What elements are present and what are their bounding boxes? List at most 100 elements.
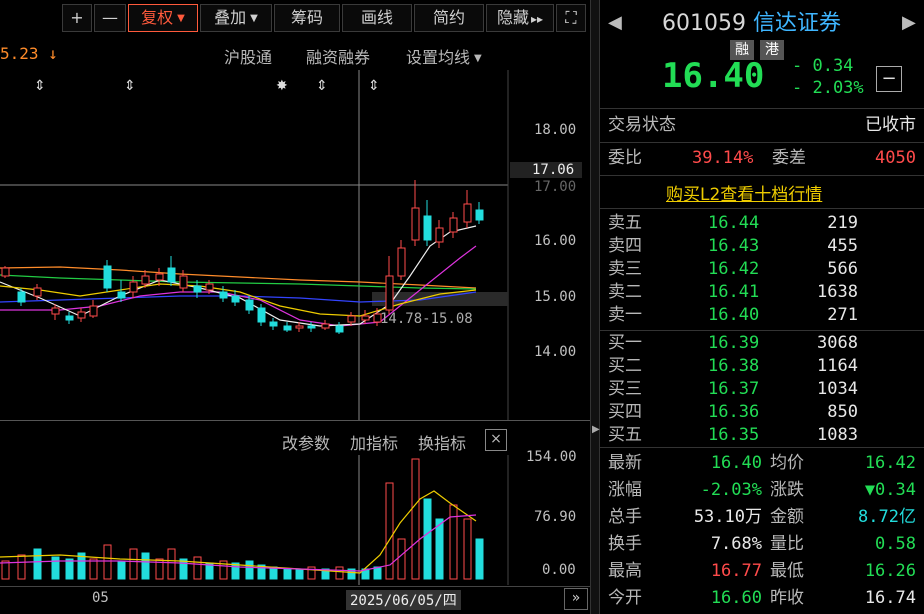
fullscreen-icon: ⛶ xyxy=(565,8,577,27)
candle-body xyxy=(295,325,304,329)
l2-upgrade-link[interactable]: 购买L2查看十档行情 xyxy=(666,180,822,205)
shezhi-junxian-button[interactable]: 设置均线 ▼ xyxy=(406,44,482,68)
ask-row[interactable]: 卖四 16.43 455 xyxy=(600,235,924,257)
bid-row[interactable]: 买一 16.39 3068 xyxy=(600,332,924,354)
ask-row[interactable]: 卖一 16.40 271 xyxy=(600,304,924,326)
gaicanshu-button[interactable]: 改参数 xyxy=(282,430,330,454)
huaxian-button[interactable]: 画线 xyxy=(342,4,412,32)
next-stock-button[interactable]: ▶ xyxy=(902,12,916,33)
volume-chart[interactable] xyxy=(0,455,590,585)
bid-row[interactable]: 买四 16.36 850 xyxy=(600,401,924,423)
volume-bar xyxy=(269,566,278,580)
ask-volume: 566 xyxy=(827,259,858,279)
ask-level-label: 卖三 xyxy=(608,259,642,279)
candle-body xyxy=(335,325,344,333)
bid-level-label: 买三 xyxy=(608,379,642,399)
chouma-button[interactable]: 筹码 xyxy=(274,4,340,32)
fuquan-button[interactable]: 复权 ▼ xyxy=(128,4,198,32)
jiazhibiao-button[interactable]: 加指标 xyxy=(350,430,398,454)
panel-splitter[interactable]: ▶ xyxy=(590,0,600,614)
yincang-button[interactable]: 隐藏 ▸▸ xyxy=(486,4,554,32)
prev-stock-button[interactable]: ◀ xyxy=(608,12,622,33)
price-tick-15: 15.00 xyxy=(534,289,577,305)
chart-area: + — 复权 ▼ 叠加 ▼ 筹码 画线 简约 隐藏 ▸▸ ⛶ 5.23 ↓ 沪股通 融… xyxy=(0,0,590,614)
huanzhibiao-button[interactable]: 换指标 xyxy=(418,430,466,454)
candle-body xyxy=(411,207,420,241)
ask-level-label: 卖二 xyxy=(608,282,642,302)
crosshair-price-tag: 17.06 xyxy=(510,162,582,178)
price-change: - 0.34 xyxy=(792,56,854,76)
candle-body xyxy=(1,267,10,277)
candle-body xyxy=(167,267,176,283)
bid-volume: 1034 xyxy=(817,379,858,399)
candle-body xyxy=(257,307,266,323)
jianyue-button[interactable]: 简约 xyxy=(414,4,484,32)
ask-level-label: 卖一 xyxy=(608,305,642,325)
volume-bar xyxy=(373,566,382,580)
vol-tick-76: 76.90 xyxy=(534,509,577,525)
candle-body xyxy=(423,215,432,241)
zoom-in-button[interactable]: + xyxy=(62,4,92,32)
diejia-button[interactable]: 叠加 ▼ xyxy=(200,4,272,32)
stat-label: 涨幅 xyxy=(608,480,642,500)
separator xyxy=(600,447,924,448)
volume-bar xyxy=(167,548,176,580)
chevron-down-icon: ▼ xyxy=(250,12,258,24)
bid-volume: 1164 xyxy=(817,356,858,376)
zoom-out-button[interactable]: — xyxy=(94,4,126,32)
bid-volume: 1083 xyxy=(817,425,858,445)
candle-body xyxy=(89,305,98,317)
stat-value: 53.10万 xyxy=(693,507,762,527)
volume-bar xyxy=(141,552,150,580)
ask-row[interactable]: 卖二 16.41 1638 xyxy=(600,281,924,303)
ask-price: 16.41 xyxy=(708,282,760,302)
bid-row[interactable]: 买三 16.37 1034 xyxy=(600,378,924,400)
candle-body xyxy=(33,287,42,297)
last-value-label: 5.23 ↓ xyxy=(0,44,58,63)
last-value: 5.23 xyxy=(0,44,39,63)
hugutong-link[interactable]: 沪股通 xyxy=(224,44,272,68)
fullscreen-button[interactable]: ⛶ xyxy=(556,4,586,32)
ask-row[interactable]: 卖五 16.44 219 xyxy=(600,212,924,234)
collapse-right-icon[interactable]: ▶ xyxy=(592,424,600,435)
minus-icon: − xyxy=(881,68,897,89)
collapse-button[interactable]: − xyxy=(876,66,902,92)
candle-body xyxy=(347,315,356,323)
rongzirongquan-link[interactable]: 融资融券 xyxy=(306,44,370,68)
volume-bar xyxy=(463,518,472,580)
kline-chart[interactable]: ⇕ ⇕ ✸ ⇕ ⇕ xyxy=(0,70,590,420)
stat-value: ▼0.34 xyxy=(864,480,916,500)
volume-bar xyxy=(117,560,126,580)
stat-value: -2.03% xyxy=(700,480,762,500)
stat-label: 涨跌 xyxy=(770,480,804,500)
stat-label: 今开 xyxy=(608,588,642,608)
ask-level-label: 卖五 xyxy=(608,213,642,233)
candle-body xyxy=(219,291,228,299)
range-label: 14.78-15.08 xyxy=(380,311,473,327)
ask-volume: 455 xyxy=(827,236,858,256)
bid-level-label: 买四 xyxy=(608,402,642,422)
candle-body xyxy=(51,307,60,315)
date-tick: 05 xyxy=(92,590,109,606)
separator xyxy=(600,208,924,209)
candle-body xyxy=(245,299,254,311)
candle-body xyxy=(179,275,188,289)
stat-label: 最低 xyxy=(770,561,804,581)
bid-price: 16.35 xyxy=(708,425,760,445)
ask-row[interactable]: 卖三 16.42 566 xyxy=(600,258,924,280)
stats-row: 最新 16.40 均价 16.42 xyxy=(600,452,924,474)
more-button[interactable]: » xyxy=(564,588,588,610)
bid-row[interactable]: 买二 16.38 1164 xyxy=(600,355,924,377)
pane-divider[interactable] xyxy=(0,420,590,421)
weibi-row: 委比 39.14% 委差 4050 xyxy=(600,147,924,169)
close-indicator-button[interactable]: × xyxy=(485,429,507,451)
volume-bar xyxy=(245,560,254,580)
bid-volume: 850 xyxy=(827,402,858,422)
trade-status-row: 交易状态 已收市 xyxy=(600,114,924,136)
volume-bar xyxy=(179,558,188,580)
separator xyxy=(600,108,924,109)
event-marker-icon: ⇕ xyxy=(316,78,328,94)
volume-bar xyxy=(335,566,344,580)
bid-row[interactable]: 买五 16.35 1083 xyxy=(600,424,924,446)
stat-value: 16.26 xyxy=(864,561,916,581)
